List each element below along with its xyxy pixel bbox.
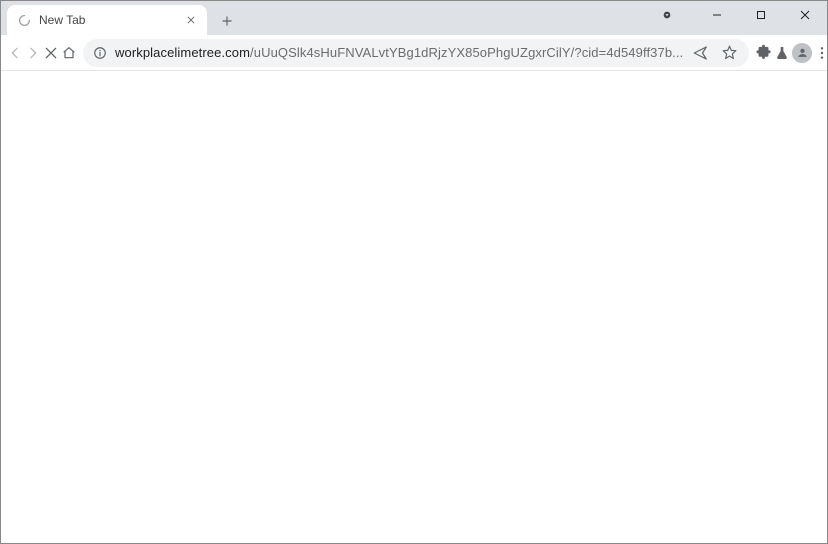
tab-title: New Tab — [39, 13, 183, 27]
home-button[interactable] — [61, 39, 77, 67]
tab-close-button[interactable] — [183, 12, 199, 28]
address-bar[interactable]: workplacelimetree.com/uUuQSlk4sHuFNVALvt… — [83, 39, 749, 67]
forward-button[interactable] — [25, 39, 41, 67]
url-domain: workplacelimetree.com — [115, 45, 250, 60]
site-info-icon[interactable] — [93, 46, 107, 60]
share-icon[interactable] — [691, 39, 711, 67]
tab-active[interactable]: New Tab — [7, 5, 207, 35]
window-controls — [653, 1, 827, 29]
profile-avatar-icon[interactable] — [792, 39, 812, 67]
menu-kebab-icon[interactable] — [814, 39, 828, 67]
loading-spinner-icon — [17, 13, 31, 27]
page-content — [1, 71, 827, 543]
url-text: workplacelimetree.com/uUuQSlk4sHuFNVALvt… — [115, 45, 683, 60]
close-window-button[interactable] — [783, 1, 827, 29]
extension-badge-icon[interactable] — [653, 1, 681, 29]
new-tab-button[interactable] — [213, 7, 241, 35]
stop-reload-button[interactable] — [43, 39, 59, 67]
url-path: /uUuQSlk4sHuFNVALvtYBg1dRjzYX85oPhgUZgxr… — [250, 45, 683, 60]
minimize-button[interactable] — [695, 1, 739, 29]
titlebar: New Tab — [1, 1, 827, 35]
maximize-button[interactable] — [739, 1, 783, 29]
tab-strip: New Tab — [1, 1, 241, 35]
bookmark-star-icon[interactable] — [719, 39, 739, 67]
extensions-puzzle-icon[interactable] — [755, 39, 772, 67]
labs-flask-icon[interactable] — [774, 39, 790, 67]
toolbar: workplacelimetree.com/uUuQSlk4sHuFNVALvt… — [1, 35, 827, 71]
back-button[interactable] — [7, 39, 23, 67]
